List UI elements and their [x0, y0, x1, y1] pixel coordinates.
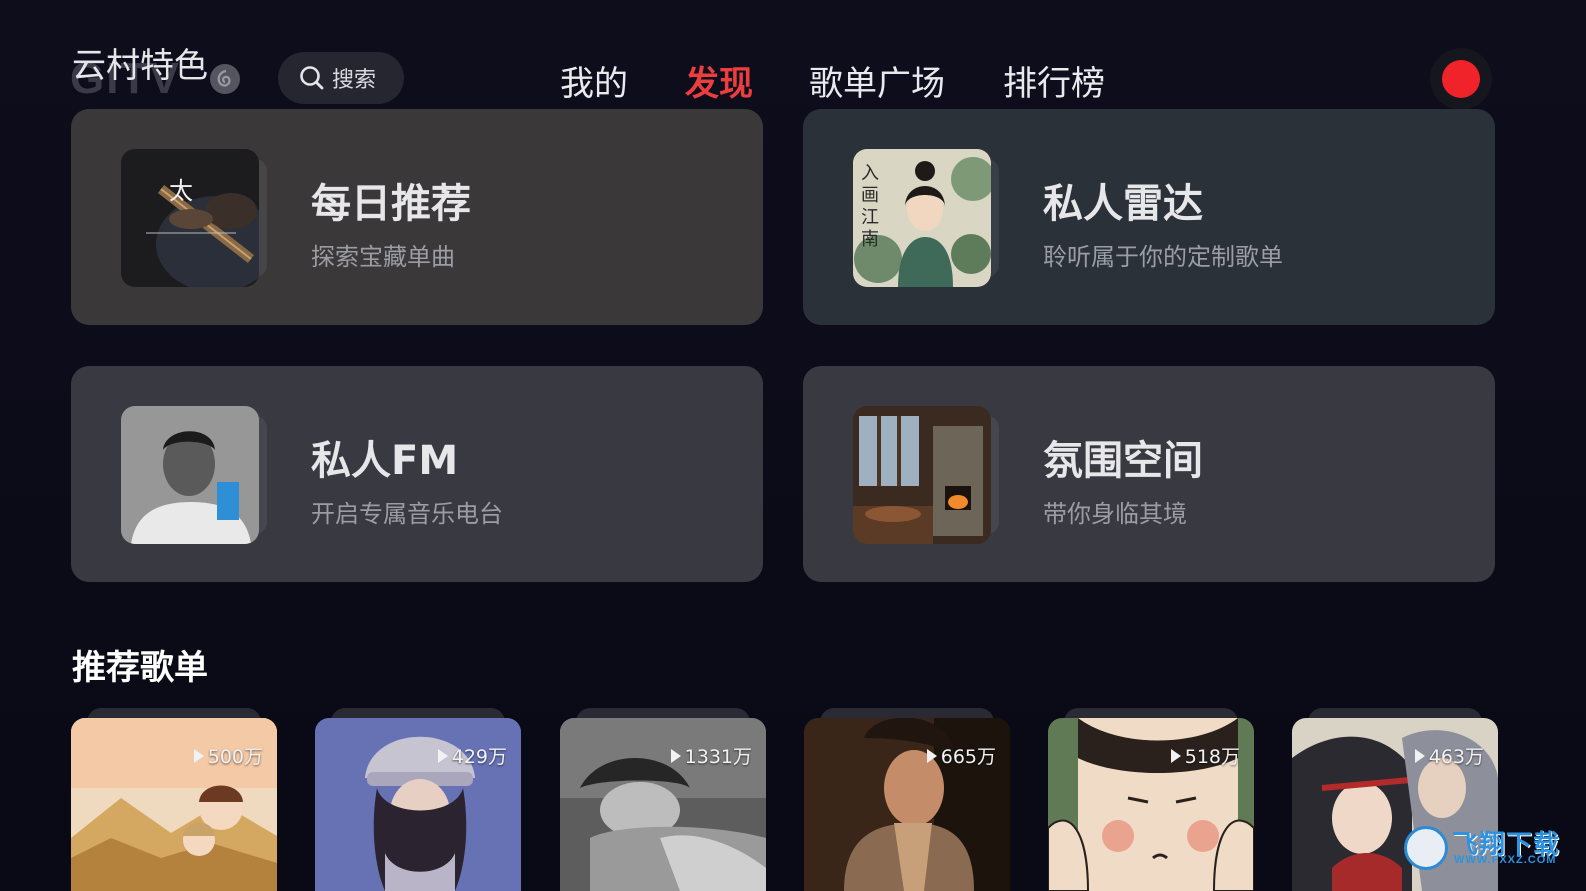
card-title: 氛围空间 [1043, 438, 1203, 484]
play-count: 1331万 [670, 742, 752, 769]
playlist-card[interactable]: 1331万 [560, 708, 766, 891]
play-count: 500万 [193, 742, 263, 769]
playlist-card[interactable]: 500万 [71, 708, 277, 891]
card-title: 私人雷达 [1043, 181, 1203, 227]
svg-text:江: 江 [861, 207, 879, 228]
ambience-space-card[interactable]: 氛围空间 带你身临其境 [803, 366, 1495, 582]
play-count: 665万 [926, 742, 996, 769]
portrait-album-cover [121, 406, 259, 544]
cartoon-couple-cover: 500万 [71, 718, 277, 891]
sleeping-girl-cover: 1331万 [560, 718, 766, 891]
play-icon [437, 748, 448, 763]
card-title: 私人FM [311, 438, 459, 484]
winter-girl-cover: 429万 [315, 718, 521, 891]
brand-title: 云村特色 [72, 46, 208, 86]
playlist-card[interactable]: 429万 [315, 708, 521, 891]
card-subtitle: 开启专属音乐电台 [311, 500, 503, 528]
brand: GITV 云村特色 [70, 34, 250, 103]
play-count: 429万 [437, 742, 507, 769]
search-icon [300, 66, 324, 90]
search-button[interactable]: 搜索 [278, 52, 404, 104]
play-count: 463万 [1414, 742, 1484, 769]
svg-text:入: 入 [861, 163, 879, 184]
tab-charts[interactable]: 排行榜 [1003, 56, 1105, 105]
cozy-room-album-cover [853, 406, 991, 544]
discover-page: GITV 云村特色 搜索 我的 发现 歌单广场 排行榜 太 每日推荐 探索宝藏单… [0, 0, 1586, 891]
tab-playlist-square[interactable]: 歌单广场 [809, 56, 945, 105]
tab-mine[interactable]: 我的 [560, 56, 628, 105]
playlist-card[interactable]: 518万 [1048, 708, 1254, 891]
play-icon [926, 748, 937, 763]
play-icon [1414, 748, 1425, 763]
play-icon [193, 748, 204, 763]
site-watermark: 飞翔下载 WWW.FXXZ.COM [1404, 822, 1560, 872]
ink-painting-album-cover: 入 画 江 南 [853, 149, 991, 287]
record-button[interactable] [1430, 48, 1492, 110]
svg-text:南: 南 [861, 229, 879, 250]
guitar-album-cover: 太 [121, 149, 259, 287]
svg-text:太: 太 [169, 177, 193, 205]
woman-portrait-cover: 665万 [804, 718, 1010, 891]
card-subtitle: 聆听属于你的定制歌单 [1043, 243, 1283, 271]
private-radar-card[interactable]: 入 画 江 南 私人雷达 聆听属于你的定制歌单 [803, 109, 1495, 325]
daily-recommend-card[interactable]: 太 每日推荐 探索宝藏单曲 [71, 109, 763, 325]
play-icon [1170, 748, 1181, 763]
card-subtitle: 带你身临其境 [1043, 500, 1187, 528]
watermark-url: WWW.FXXZ.COM [1454, 854, 1557, 866]
svg-text:画: 画 [861, 185, 879, 206]
watermark-logo-icon [1404, 826, 1448, 870]
netease-logo-icon [210, 64, 240, 94]
card-title: 每日推荐 [311, 181, 471, 227]
section-title-recommended: 推荐歌单 [72, 648, 208, 688]
playlist-card[interactable]: 665万 [804, 708, 1010, 891]
private-fm-card[interactable]: 私人FM 开启专属音乐电台 [71, 366, 763, 582]
tab-discover[interactable]: 发现 [685, 56, 753, 105]
cartoon-face-cover: 518万 [1048, 718, 1254, 891]
play-count: 518万 [1170, 742, 1240, 769]
record-dot-icon [1442, 60, 1480, 98]
play-icon [670, 748, 681, 763]
card-subtitle: 探索宝藏单曲 [311, 243, 455, 271]
search-label: 搜索 [332, 68, 377, 93]
